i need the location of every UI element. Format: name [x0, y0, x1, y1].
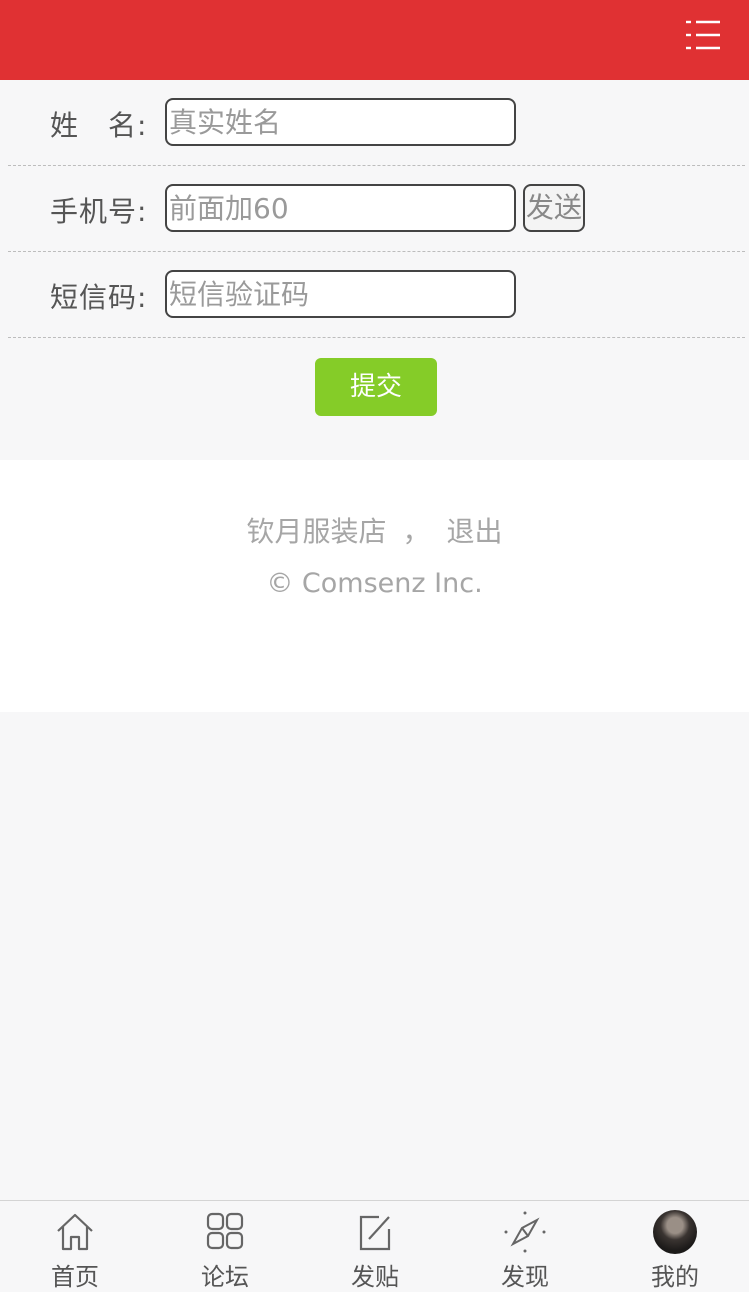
tab-forum-label: 论坛: [201, 1263, 249, 1291]
tab-forum[interactable]: 论坛: [150, 1201, 300, 1291]
grid-icon: [206, 1212, 244, 1250]
name-label: 姓 名:: [50, 109, 148, 142]
name-row: 姓 名:: [8, 80, 745, 166]
home-icon: [57, 1213, 93, 1251]
phone-input[interactable]: [165, 184, 516, 232]
tab-discover-label: 发现: [501, 1263, 549, 1291]
phone-label: 手机号:: [50, 195, 148, 228]
send-code-button[interactable]: 发送: [523, 184, 585, 232]
code-row: 短信码:: [8, 252, 745, 338]
tab-discover[interactable]: 发现: [450, 1201, 600, 1291]
tab-mine[interactable]: 我的: [600, 1201, 749, 1291]
footer-links: 钦月服装店 ， 退出: [0, 510, 749, 550]
tab-home-label: 首页: [51, 1263, 99, 1291]
copyright-text: © Comsenz Inc.: [266, 568, 483, 599]
submit-button[interactable]: 提交: [315, 358, 437, 416]
avatar: [653, 1210, 697, 1254]
sms-code-input[interactable]: [165, 270, 516, 318]
phone-row: 手机号: 发送: [8, 166, 745, 252]
verification-form: 姓 名: 手机号: 发送 短信码: 提交: [0, 80, 749, 460]
compose-icon: [359, 1215, 391, 1251]
compass-icon: [504, 1211, 546, 1253]
footer-separator: ，: [402, 515, 431, 548]
logout-link[interactable]: 退出: [447, 515, 503, 548]
tab-mine-label: 我的: [651, 1263, 699, 1291]
top-header: [0, 0, 749, 80]
tab-post[interactable]: 发贴: [300, 1201, 450, 1291]
name-input[interactable]: [165, 98, 516, 146]
shop-link[interactable]: 钦月服装店: [246, 515, 386, 548]
footer: 钦月服装店 ， 退出 © Comsenz Inc.: [0, 460, 749, 712]
tab-post-label: 发贴: [351, 1263, 399, 1291]
code-label: 短信码:: [50, 281, 148, 314]
tab-home[interactable]: 首页: [0, 1201, 150, 1291]
bottom-tabbar: 首页 论坛 发贴 发现 我的: [0, 1200, 749, 1291]
menu-icon[interactable]: [685, 19, 721, 51]
